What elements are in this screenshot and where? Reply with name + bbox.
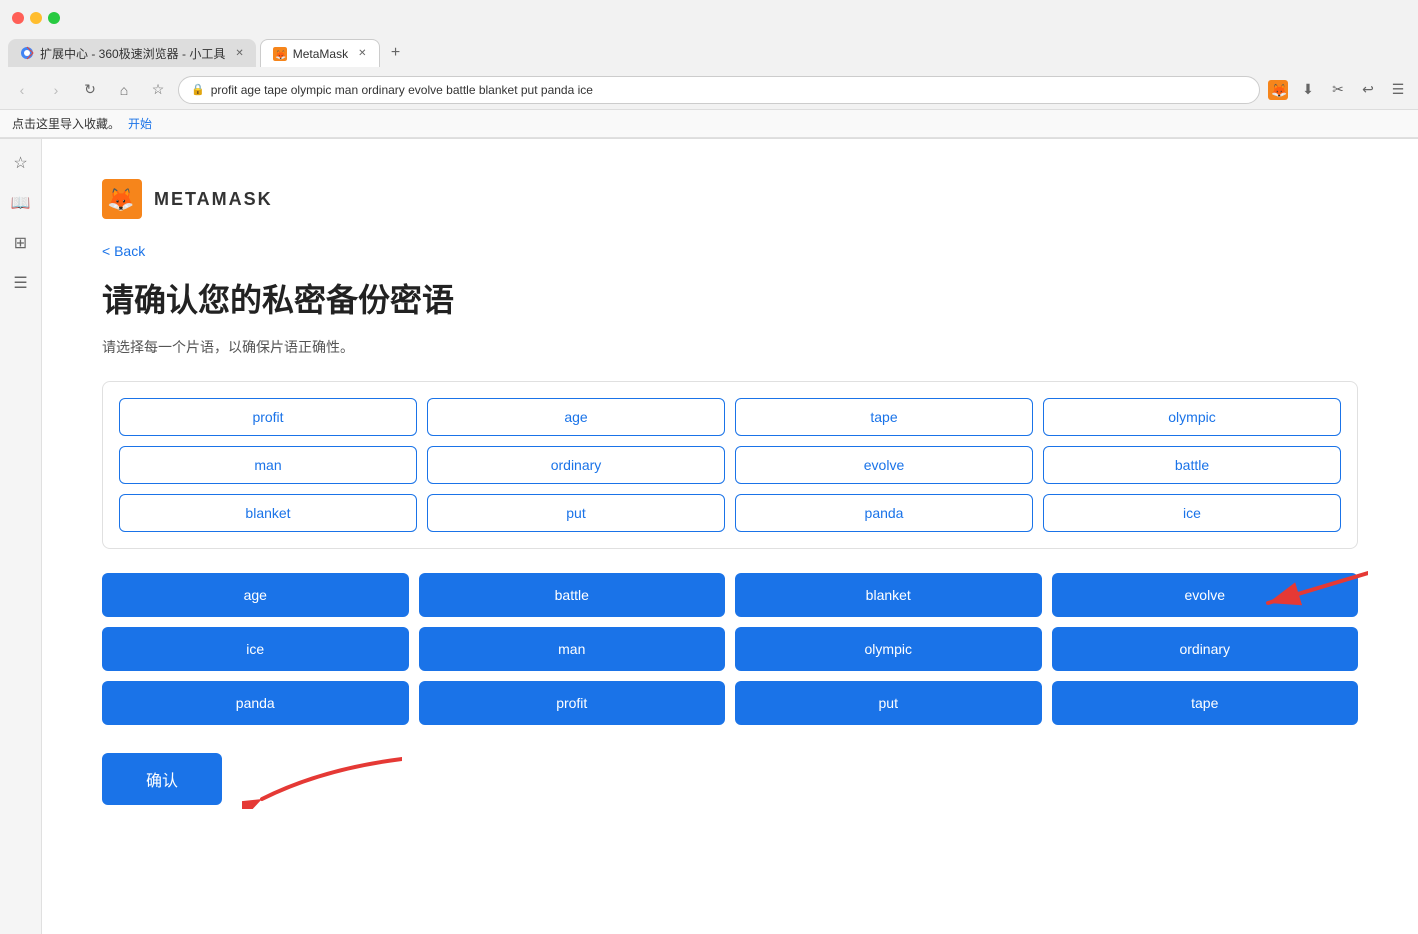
bookmark-text: 点击这里导入收藏。 (12, 115, 120, 132)
tab-metamask[interactable]: 🦊 MetaMask ✕ (260, 39, 380, 67)
tab-extensions[interactable]: 扩展中心 - 360极速浏览器 - 小工具 ✕ (8, 39, 256, 67)
svg-text:🦊: 🦊 (1271, 83, 1287, 98)
selection-chip-ice[interactable]: ice (1043, 494, 1341, 532)
word-button-blanket[interactable]: blanket (735, 573, 1042, 617)
word-button-ice[interactable]: ice (102, 627, 409, 671)
bookmark-bar: 点击这里导入收藏。 开始 (0, 110, 1418, 138)
content-area: 🦊 METAMASK < Back 请确认您的私密备份密语 请选择每一个片语，以… (42, 139, 1418, 934)
close-button[interactable] (12, 12, 24, 24)
minimize-button[interactable] (30, 12, 42, 24)
metamask-toolbar-icon[interactable]: 🦊 (1266, 78, 1290, 102)
maximize-button[interactable] (48, 12, 60, 24)
address-bar[interactable]: 🔒 profit age tape olympic man ordinary e… (178, 76, 1260, 104)
lock-icon: 🔒 (191, 83, 205, 96)
bottom-section: 确认 (102, 749, 1358, 809)
new-tab-button[interactable]: + (384, 41, 408, 65)
sidebar-icon-notes[interactable]: ☰ (9, 271, 33, 295)
selection-chip-profit[interactable]: profit (119, 398, 417, 436)
word-button-man[interactable]: man (419, 627, 726, 671)
back-link[interactable]: < Back (102, 243, 1358, 259)
confirm-button[interactable]: 确认 (102, 753, 222, 805)
bookmark-link[interactable]: 开始 (128, 115, 152, 132)
metamask-title: METAMASK (154, 189, 273, 210)
word-button-ordinary[interactable]: ordinary (1052, 627, 1359, 671)
word-buttons-grid: agebattleblanketevolve icemanolympicordin… (102, 573, 1358, 725)
tab-extensions-close[interactable]: ✕ (235, 48, 243, 59)
forward-nav-button[interactable]: › (42, 76, 70, 104)
scissors-icon[interactable]: ✂ (1326, 78, 1350, 102)
undo-icon[interactable]: ↩ (1356, 78, 1380, 102)
word-button-tape[interactable]: tape (1052, 681, 1359, 725)
sidebar-icon-grid[interactable]: ⊞ (9, 231, 33, 255)
tabs-bar: 扩展中心 - 360极速浏览器 - 小工具 ✕ 🦊 MetaMask ✕ + (0, 36, 1418, 70)
tab-metamask-label: MetaMask (293, 47, 348, 61)
selection-chip-put[interactable]: put (427, 494, 725, 532)
word-selection-area: profit agetape olympic man ordinary evolve bat… (102, 381, 1358, 549)
chrome-favicon (20, 46, 34, 60)
word-button-evolve[interactable]: evolve (1052, 573, 1359, 617)
word-button-put[interactable]: put (735, 681, 1042, 725)
menu-icon[interactable]: ☰ (1386, 78, 1410, 102)
metamask-logo: 🦊 (102, 179, 142, 219)
tab-extensions-label: 扩展中心 - 360极速浏览器 - 小工具 (40, 45, 225, 62)
page-title: 请确认您的私密备份密语 (102, 275, 1358, 321)
svg-text:🦊: 🦊 (275, 50, 286, 60)
download-icon[interactable]: ⬇ (1296, 78, 1320, 102)
back-nav-button[interactable]: ‹ (8, 76, 36, 104)
sidebar-icon-book[interactable]: 📖 (9, 191, 33, 215)
nav-bar: ‹ › ↻ ⌂ ☆ 🔒 profit age tape olympic man … (0, 70, 1418, 110)
sidebar-icon-star[interactable]: ☆ (9, 151, 33, 175)
selection-chip-panda[interactable]: panda (735, 494, 1033, 532)
word-button-age[interactable]: age (102, 573, 409, 617)
address-text: profit age tape olympic man ordinary evo… (211, 83, 593, 97)
metamask-header: 🦊 METAMASK (102, 179, 1358, 219)
selection-chip-man[interactable]: man (119, 446, 417, 484)
metamask-favicon: 🦊 (273, 47, 287, 61)
selection-chip-olympic[interactable]: olympic (1043, 398, 1341, 436)
selection-chip-evolve[interactable]: evolve (735, 446, 1033, 484)
sidebar: ☆ 📖 ⊞ ☰ (0, 139, 42, 934)
tab-metamask-close[interactable]: ✕ (358, 48, 366, 59)
selection-chip-age[interactable]: age (427, 398, 725, 436)
selection-chip-tape[interactable]: tape (735, 398, 1033, 436)
word-button-battle[interactable]: battle (419, 573, 726, 617)
home-button[interactable]: ⌂ (110, 76, 138, 104)
word-button-panda[interactable]: panda (102, 681, 409, 725)
selection-chip-battle[interactable]: battle (1043, 446, 1341, 484)
svg-text:🦊: 🦊 (107, 187, 134, 212)
word-button-olympic[interactable]: olympic (735, 627, 1042, 671)
selection-chip-blanket[interactable]: blanket (119, 494, 417, 532)
page-description: 请选择每一个片语，以确保片语正确性。 (102, 337, 1358, 357)
left-arrow-annotation (242, 749, 402, 809)
word-button-profit[interactable]: profit (419, 681, 726, 725)
selection-chip-ordinary[interactable]: ordinary (427, 446, 725, 484)
refresh-button[interactable]: ↻ (76, 76, 104, 104)
bookmark-button[interactable]: ☆ (144, 76, 172, 104)
selection-word-grid: profit agetape olympic man ordinary evolve bat… (119, 398, 1341, 532)
